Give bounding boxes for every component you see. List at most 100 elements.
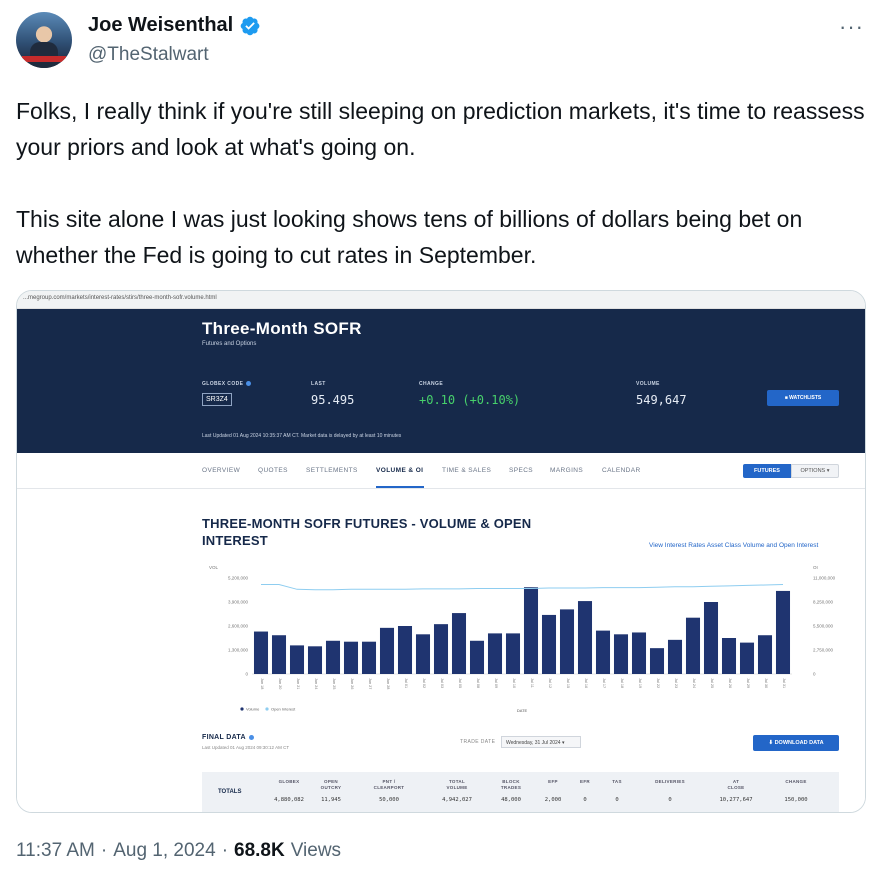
- trade-date-label: TRADE DATE: [460, 739, 496, 745]
- tab-volume-oi[interactable]: VOLUME & OI: [376, 467, 423, 474]
- separator-dot: ·: [221, 840, 229, 861]
- tab-quotes[interactable]: QUOTES: [258, 467, 288, 474]
- tweet-date[interactable]: Aug 1, 2024: [113, 840, 215, 862]
- avatar-lower-third: [22, 56, 66, 62]
- x-tick-label: Jul 09: [494, 678, 498, 688]
- download-data-button[interactable]: ⬇ DOWNLOAD DATA: [753, 735, 839, 751]
- x-tick-label: Jun 27: [368, 678, 372, 689]
- volume-bar: [397, 626, 413, 674]
- x-tick-label: Jul 23: [674, 678, 678, 688]
- volume-bar: [649, 648, 665, 674]
- chart-title: THREE-MONTH SOFR FUTURES - VOLUME & OPEN…: [202, 516, 532, 548]
- tweet: Joe Weisenthal @TheStalwart ··· Folks, I…: [0, 0, 886, 884]
- totals-header: AT CLOSE: [727, 779, 745, 790]
- asset-class-link[interactable]: View Interest Rates Asset Class Volume a…: [649, 542, 818, 549]
- info-icon: [248, 734, 254, 740]
- tab-calendar[interactable]: CALENDAR: [602, 467, 641, 474]
- legend-oi-label: Open Interest: [271, 707, 296, 712]
- totals-header: DELIVERIES: [655, 779, 685, 784]
- volume-label: VOLUME: [636, 381, 660, 387]
- tab-margins[interactable]: MARGINS: [550, 467, 583, 474]
- views-count: 68.8K: [234, 840, 285, 861]
- futures-toggle[interactable]: FUTURES: [743, 464, 791, 478]
- product-subtitle: Futures and Options: [202, 341, 257, 347]
- verified-badge-icon[interactable]: [239, 15, 261, 37]
- author-display-name[interactable]: Joe Weisenthal: [88, 14, 233, 37]
- info-icon: [246, 381, 252, 387]
- change-value: +0.10 (+0.10%): [419, 393, 521, 407]
- volume-bar: [379, 627, 395, 674]
- totals-value: 0: [668, 797, 672, 803]
- y-tick-label: 3,900,000: [228, 600, 249, 605]
- volume-bar: [253, 631, 269, 674]
- y2-axis-title: OI: [813, 565, 818, 570]
- volume-bar: [451, 613, 467, 674]
- avatar[interactable]: [16, 12, 72, 68]
- x-tick-label: Jun 25: [332, 678, 336, 689]
- x-tick-label: Jul 08: [476, 678, 480, 688]
- trade-date-select[interactable]: Wednesday, 31 Jul 2024 ▾: [501, 736, 581, 748]
- volume-bar: [343, 641, 359, 674]
- more-options-icon[interactable]: ···: [839, 14, 864, 40]
- totals-value: 11,945: [321, 797, 341, 803]
- volume-oi-chart: VOL OI 0 1,300,000 2,600,000 3,900,000 5,200,0…: [209, 565, 836, 713]
- x-tick-label: Jul 19: [638, 678, 642, 688]
- x-tick-label: Jul 26: [728, 678, 732, 688]
- volume-bar: [757, 635, 773, 674]
- product-header: Three-Month SOFR Futures and Options GLO…: [17, 309, 865, 453]
- tweet-paragraph: Folks, I really think if you're still sl…: [16, 98, 865, 160]
- x-tick-label: Jul 29: [746, 678, 750, 688]
- totals-value: 4,942,027: [442, 797, 472, 803]
- final-data-updated: Last Updated 01 Aug 2024 09:30:12 AM CT: [202, 745, 290, 750]
- volume-bar: [307, 646, 323, 674]
- tweet-media-image[interactable]: ...megroup.com/markets/interest-rates/st…: [16, 290, 866, 813]
- totals-value: 0: [615, 797, 619, 803]
- volume-bar: [559, 609, 575, 674]
- watchlists-button[interactable]: ■ WATCHLISTS: [767, 390, 839, 406]
- volume-bar: [631, 632, 647, 674]
- y2-tick-label: 11,000,000: [813, 576, 836, 581]
- chart-section: THREE-MONTH SOFR FUTURES - VOLUME & OPEN…: [17, 489, 865, 812]
- options-dropdown[interactable]: OPTIONS ▾: [791, 464, 839, 478]
- x-tick-label: Jun 24: [314, 678, 318, 689]
- y-tick-label: 0: [245, 672, 248, 677]
- tab-specs[interactable]: SPECS: [509, 467, 533, 474]
- x-tick-label: Jun 18: [260, 678, 264, 689]
- x-tick-label: Jul 22: [656, 678, 660, 688]
- volume-bar: [667, 639, 683, 674]
- volume-bar: [577, 601, 593, 674]
- product-title: Three-Month SOFR: [202, 319, 362, 338]
- x-axis-title: DATE: [517, 708, 528, 713]
- browser-url-bar: ...megroup.com/markets/interest-rates/st…: [17, 291, 865, 309]
- tweet-paragraph: This site alone I was just looking shows…: [16, 206, 803, 268]
- x-tick-label: Jul 02: [422, 678, 426, 688]
- final-data-heading: FINAL DATA: [202, 734, 254, 741]
- y2-tick-label: 8,250,000: [813, 600, 834, 605]
- last-label: LAST: [311, 381, 326, 387]
- totals-header: TAS: [612, 779, 622, 784]
- x-tick-label: Jun 21: [296, 678, 300, 689]
- tab-overview[interactable]: OVERVIEW: [202, 467, 240, 474]
- x-tick-label: Jul 05: [458, 678, 462, 688]
- last-value: 95.495: [311, 393, 355, 407]
- x-tick-label: Jul 01: [404, 678, 408, 688]
- change-label: CHANGE: [419, 381, 444, 387]
- volume-bar: [433, 624, 449, 674]
- totals-value: 50,000: [379, 797, 399, 803]
- tweet-footer: 11:37 AM · Aug 1, 2024 · 68.8K Views: [16, 840, 341, 862]
- totals-value: 150,000: [784, 797, 808, 803]
- totals-header: GLOBEX: [278, 779, 300, 784]
- volume-bar: [523, 587, 539, 674]
- tab-settlements[interactable]: SETTLEMENTS: [306, 467, 358, 474]
- separator-dot: ·: [100, 840, 108, 861]
- volume-bar: [289, 645, 305, 674]
- tweet-time[interactable]: 11:37 AM: [16, 840, 95, 862]
- x-tick-label: Jul 12: [548, 678, 552, 688]
- x-tick-label: Jul 10: [512, 678, 516, 688]
- volume-bar: [415, 634, 431, 674]
- author-handle[interactable]: @TheStalwart: [88, 44, 209, 66]
- x-tick-label: Jul 03: [440, 678, 444, 688]
- tab-time-sales[interactable]: TIME & SALES: [442, 467, 491, 474]
- y-tick-label: 5,200,000: [228, 576, 249, 581]
- x-tick-label: Jul 30: [764, 678, 768, 688]
